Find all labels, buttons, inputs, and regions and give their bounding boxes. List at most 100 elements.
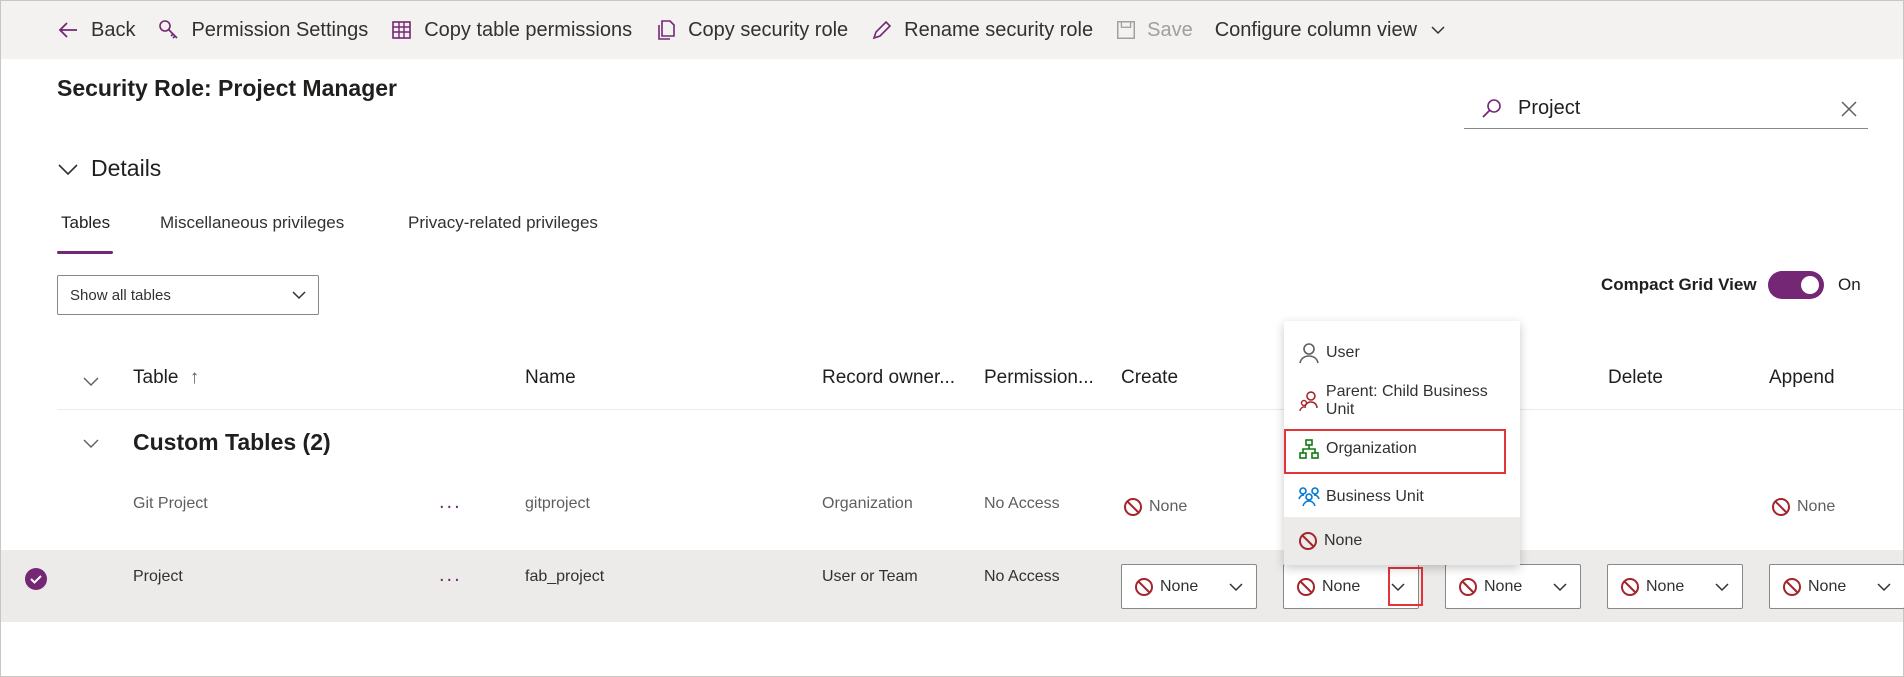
menu-item-none[interactable]: None: [1284, 517, 1520, 565]
search-icon: [1482, 98, 1501, 118]
tab-privacy-related-privileges[interactable]: Privacy-related privileges: [408, 213, 598, 233]
block-icon: [1459, 577, 1477, 596]
create-privilege-dropdown[interactable]: None: [1121, 564, 1257, 609]
copy-security-role-button[interactable]: Copy security role: [654, 1, 848, 59]
tab-miscellaneous-privileges[interactable]: Miscellaneous privileges: [160, 213, 344, 233]
sort-ascending-icon: ↑: [189, 367, 200, 388]
chevron-down-icon: [292, 291, 306, 300]
copy-security-role-label: Copy security role: [688, 18, 849, 41]
row-logical-name: gitproject: [525, 495, 590, 512]
compact-grid-label: Compact Grid View: [1601, 275, 1757, 294]
menu-item-label: User: [1326, 344, 1360, 361]
write-privilege-dropdown[interactable]: None: [1445, 564, 1581, 609]
row-record-owner: Organization: [822, 495, 913, 512]
save-button[interactable]: Save: [1115, 1, 1193, 59]
search-value: Project: [1518, 97, 1581, 119]
column-header-append[interactable]: Append: [1769, 367, 1835, 389]
append-privilege-label: None: [1797, 498, 1836, 515]
create-privilege-label: None: [1149, 498, 1188, 515]
parent-child-users-icon: [1299, 391, 1318, 412]
more-options-button[interactable]: ...: [439, 564, 462, 587]
write-privilege-label: None: [1484, 577, 1523, 595]
group-title: Custom Tables (2): [133, 429, 331, 455]
search-input[interactable]: Project: [1464, 89, 1868, 129]
column-header-table[interactable]: Table ↑: [133, 367, 199, 389]
table-icon: [392, 21, 412, 39]
page-title: Security Role: Project Manager: [57, 75, 397, 101]
delete-privilege-label: None: [1646, 577, 1685, 595]
block-icon: [1299, 532, 1317, 550]
configure-column-view-label: Configure column view: [1214, 18, 1418, 41]
copy-icon: [658, 20, 675, 40]
block-icon: [1621, 577, 1639, 596]
read-privilege-label: None: [1322, 577, 1361, 595]
row-checkmark-icon[interactable]: [25, 568, 47, 590]
menu-item-business-unit[interactable]: Business Unit: [1284, 473, 1520, 521]
chevron-down-icon: [1229, 583, 1243, 592]
chevron-down-icon: [1553, 583, 1567, 592]
column-header-name[interactable]: Name: [525, 367, 576, 389]
block-icon: [1297, 577, 1315, 596]
rename-security-role-button[interactable]: Rename security role: [870, 1, 1093, 59]
details-label: Details: [91, 155, 162, 181]
column-header-record-owner[interactable]: Record owner...: [822, 367, 955, 389]
row-logical-name: fab_project: [525, 568, 605, 585]
close-icon[interactable]: [1840, 100, 1858, 118]
chevron-down-icon: [58, 163, 78, 175]
create-privilege-label: None: [1160, 577, 1199, 595]
compact-grid-state: On: [1838, 275, 1861, 294]
permission-settings-button[interactable]: Permission Settings: [157, 1, 368, 59]
menu-item-label: None: [1324, 532, 1363, 549]
row-permission: No Access: [984, 568, 1060, 585]
chevron-down-icon[interactable]: [81, 433, 101, 453]
column-header-create[interactable]: Create: [1121, 367, 1178, 389]
chevron-down-icon[interactable]: [81, 371, 101, 391]
append-privilege-dropdown[interactable]: None: [1769, 564, 1904, 609]
save-icon: [1117, 21, 1136, 39]
copy-table-permissions-button[interactable]: Copy table permissions: [390, 1, 632, 59]
block-icon: [1135, 577, 1153, 596]
command-bar: Back Permission Settings Copy table perm…: [1, 1, 1903, 59]
back-button[interactable]: Back: [57, 1, 135, 59]
block-icon: [1772, 498, 1790, 516]
append-privilege-label: None: [1808, 577, 1847, 595]
menu-item-label: Business Unit: [1326, 488, 1424, 505]
configure-column-view-button[interactable]: Configure column view: [1215, 1, 1447, 59]
back-label: Back: [91, 18, 136, 41]
row-table-name: Project: [133, 568, 183, 585]
chevron-down-icon: [1877, 583, 1891, 592]
chevron-down-icon: [1715, 583, 1729, 592]
row-record-owner: User or Team: [822, 568, 918, 585]
tab-tables[interactable]: Tables: [61, 213, 110, 233]
row-table-name: Git Project: [133, 495, 208, 512]
rename-security-role-label: Rename security role: [904, 18, 1094, 41]
compact-grid-toggle[interactable]: [1768, 271, 1824, 299]
menu-item-parent-child-business-unit[interactable]: Parent: Child Business Unit: [1284, 377, 1520, 425]
create-privilege-value[interactable]: None: [1123, 497, 1187, 517]
business-unit-icon: [1298, 487, 1320, 507]
details-section-toggle[interactable]: Details: [57, 155, 161, 182]
header-divider: [57, 409, 1903, 410]
table-filter-value: Show all tables: [70, 286, 171, 304]
table-filter-dropdown[interactable]: Show all tables: [57, 275, 319, 315]
copy-table-permissions-label: Copy table permissions: [424, 18, 633, 41]
dropdown-caret-highlight: [1388, 567, 1423, 606]
permission-settings-label: Permission Settings: [191, 18, 369, 41]
append-privilege-value[interactable]: None: [1771, 497, 1835, 517]
column-header-permission[interactable]: Permission...: [984, 367, 1094, 389]
chevron-down-icon: [1431, 26, 1445, 35]
column-table-label: Table: [133, 367, 179, 388]
row-permission: No Access: [984, 495, 1060, 512]
pencil-icon: [872, 20, 892, 40]
more-options-button[interactable]: ...: [439, 491, 462, 514]
menu-item-user[interactable]: User: [1284, 329, 1520, 377]
active-tab-indicator: [57, 251, 113, 254]
back-arrow-icon: [58, 22, 77, 38]
save-label: Save: [1147, 18, 1193, 41]
block-icon: [1124, 498, 1142, 516]
column-header-delete[interactable]: Delete: [1608, 367, 1663, 389]
user-icon: [1299, 343, 1319, 364]
delete-privilege-dropdown[interactable]: None: [1607, 564, 1743, 609]
block-icon: [1783, 577, 1801, 596]
menu-item-label: Parent: Child Business Unit: [1325, 383, 1488, 418]
